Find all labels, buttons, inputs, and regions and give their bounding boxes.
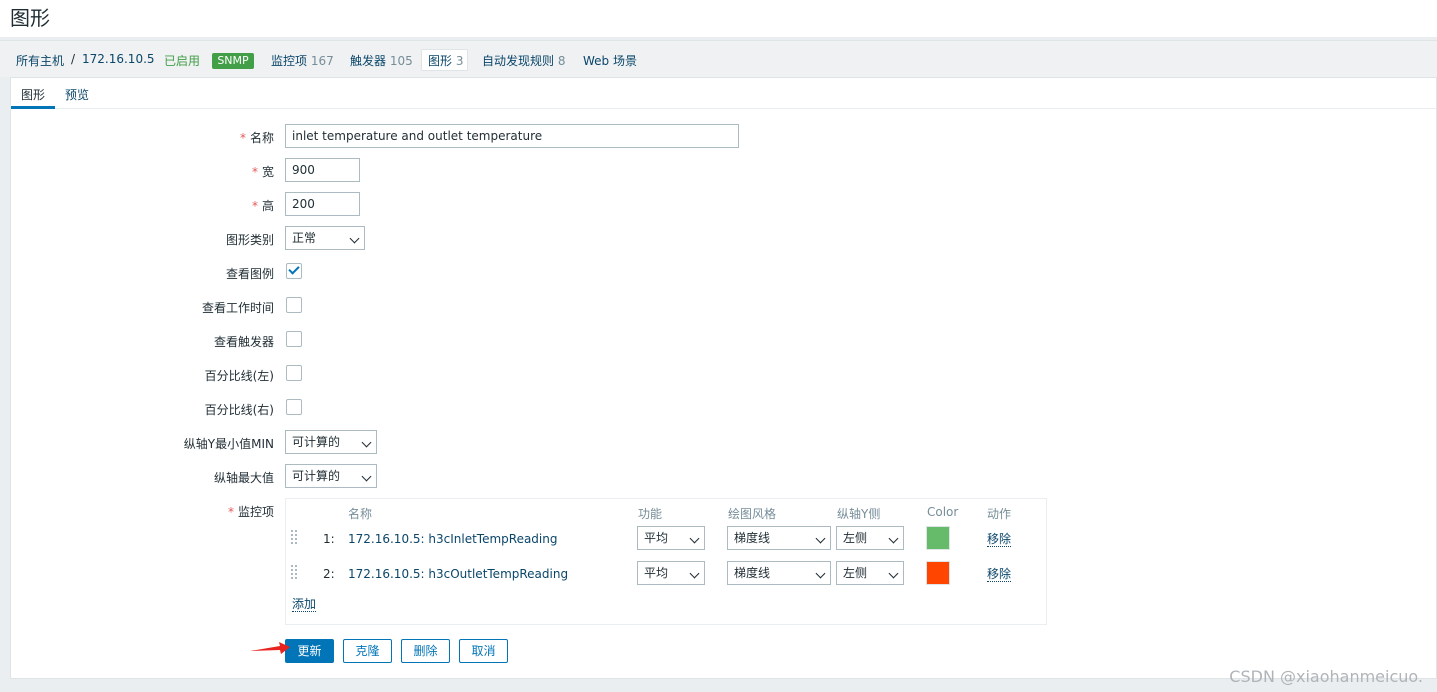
function-select[interactable]: 平均 (637, 526, 705, 550)
y-side-select[interactable]: 左侧 (836, 526, 904, 550)
nav-items-link[interactable]: 监控项 167 (271, 52, 334, 69)
tabs: 图形 预览 (11, 78, 1436, 109)
chevron-down-icon (815, 533, 826, 544)
function-select[interactable]: 平均 (637, 561, 705, 585)
header-draw-style: 绘图风格 (728, 507, 777, 521)
breadcrumb-host[interactable]: 172.16.10.5 (82, 52, 155, 66)
breadcrumb-separator: / (71, 52, 76, 66)
nav-graphs-link[interactable]: 图形 3 (428, 52, 463, 69)
host-status-enabled[interactable]: 已启用 (164, 52, 200, 69)
header-action: 动作 (987, 507, 1012, 521)
ymax-select[interactable]: 可计算的 (285, 464, 377, 488)
tab-graph[interactable]: 图形 (21, 86, 45, 103)
drag-handle-icon[interactable] (291, 565, 299, 581)
page-title: 图形 (10, 6, 50, 30)
remove-item-link[interactable]: 移除 (987, 532, 1012, 547)
nav-triggers-link[interactable]: 触发器 105 (350, 52, 413, 69)
graph-type-label: 图形类别 (225, 233, 274, 247)
percentile-right-label: 百分比线(右) (204, 403, 274, 417)
nav-graphs-count: 3 (455, 54, 464, 68)
red-arrow-icon (250, 642, 290, 654)
update-button[interactable]: 更新 (285, 639, 334, 663)
required-mark: * (227, 505, 234, 519)
header-function: 功能 (638, 507, 663, 521)
nav-items-label: 监控项 (271, 54, 308, 68)
nav-discovery-link[interactable]: 自动发现规则 8 (482, 52, 565, 69)
required-mark: * (251, 165, 258, 179)
items-table: 名称 功能 绘图风格 纵轴Y侧 Color 动作 1: 172.16.10.5:… (285, 498, 1047, 625)
clone-button[interactable]: 克隆 (343, 639, 392, 663)
name-input[interactable]: inlet temperature and outlet temperature (285, 124, 739, 148)
row-number: 2: (323, 567, 335, 581)
snmp-badge: SNMP (212, 53, 254, 69)
height-label: * 高 (251, 199, 274, 213)
tab-preview[interactable]: 预览 (65, 86, 89, 103)
ymin-label: 纵轴Y最小值MIN (183, 437, 274, 451)
chevron-down-icon (888, 568, 899, 579)
width-input[interactable]: 900 (285, 158, 360, 182)
color-swatch[interactable] (926, 526, 950, 550)
show-triggers-checkbox[interactable] (286, 331, 302, 347)
graph-form-panel: 图形 预览 * 名称 inlet temperature and outlet t… (10, 77, 1437, 679)
width-label: * 宽 (251, 165, 274, 179)
chevron-down-icon (689, 533, 700, 544)
chevron-down-icon (361, 471, 372, 482)
check-icon (288, 263, 300, 275)
header-y-side: 纵轴Y侧 (837, 507, 881, 521)
header-name: 名称 (348, 507, 373, 521)
active-tab-indicator (11, 106, 55, 109)
ymax-label: 纵轴最大值 (213, 471, 274, 485)
nav-web-link[interactable]: Web 场景 (583, 52, 637, 69)
page-header: 图形 (0, 0, 1437, 37)
percentile-left-checkbox[interactable] (286, 365, 302, 381)
chevron-down-icon (349, 233, 360, 244)
watermark: CSDN @xiaohanmeicuo. (1229, 667, 1423, 686)
items-label: * 监控项 (227, 505, 274, 519)
color-swatch[interactable] (926, 561, 950, 585)
draw-style-select[interactable]: 梯度线 (727, 526, 831, 550)
delete-button[interactable]: 删除 (401, 639, 450, 663)
add-item-link[interactable]: 添加 (292, 597, 317, 612)
chevron-down-icon (361, 437, 372, 448)
graph-type-select[interactable]: 正常 (285, 226, 365, 250)
header-color: Color (927, 505, 959, 519)
chevron-down-icon (689, 568, 700, 579)
item-name-link[interactable]: 172.16.10.5: h3cInletTempReading (348, 532, 557, 546)
y-side-select[interactable]: 左侧 (836, 561, 904, 585)
row-number: 1: (323, 532, 335, 546)
height-input[interactable]: 200 (285, 192, 360, 216)
nav-triggers-label: 触发器 (350, 54, 387, 68)
ymin-select[interactable]: 可计算的 (285, 430, 377, 454)
percentile-right-checkbox[interactable] (286, 399, 302, 415)
nav-discovery-count: 8 (557, 54, 566, 68)
percentile-left-label: 百分比线(左) (204, 369, 274, 383)
nav-triggers-count: 105 (389, 54, 413, 68)
show-legend-checkbox[interactable] (286, 263, 302, 279)
breadcrumb-all-hosts[interactable]: 所有主机 (16, 52, 64, 69)
drag-handle-icon[interactable] (291, 530, 299, 546)
name-label: * 名称 (239, 131, 274, 145)
show-worktime-checkbox[interactable] (286, 297, 302, 313)
required-mark: * (251, 199, 258, 213)
show-worktime-label: 查看工作时间 (201, 301, 274, 315)
item-name-link[interactable]: 172.16.10.5: h3cOutletTempReading (348, 567, 568, 581)
required-mark: * (239, 131, 246, 145)
show-legend-label: 查看图例 (225, 267, 274, 281)
cancel-button[interactable]: 取消 (459, 639, 508, 663)
chevron-down-icon (888, 533, 899, 544)
nav-items-count: 167 (310, 54, 334, 68)
draw-style-select[interactable]: 梯度线 (727, 561, 831, 585)
nav-discovery-label: 自动发现规则 (482, 54, 555, 68)
remove-item-link[interactable]: 移除 (987, 567, 1012, 582)
breadcrumb: 所有主机 / 172.16.10.5 已启用 SNMP 监控项 167 触发器 … (0, 40, 1437, 77)
chevron-down-icon (815, 568, 826, 579)
nav-graphs-label: 图形 (428, 54, 453, 68)
show-triggers-label: 查看触发器 (213, 335, 274, 349)
